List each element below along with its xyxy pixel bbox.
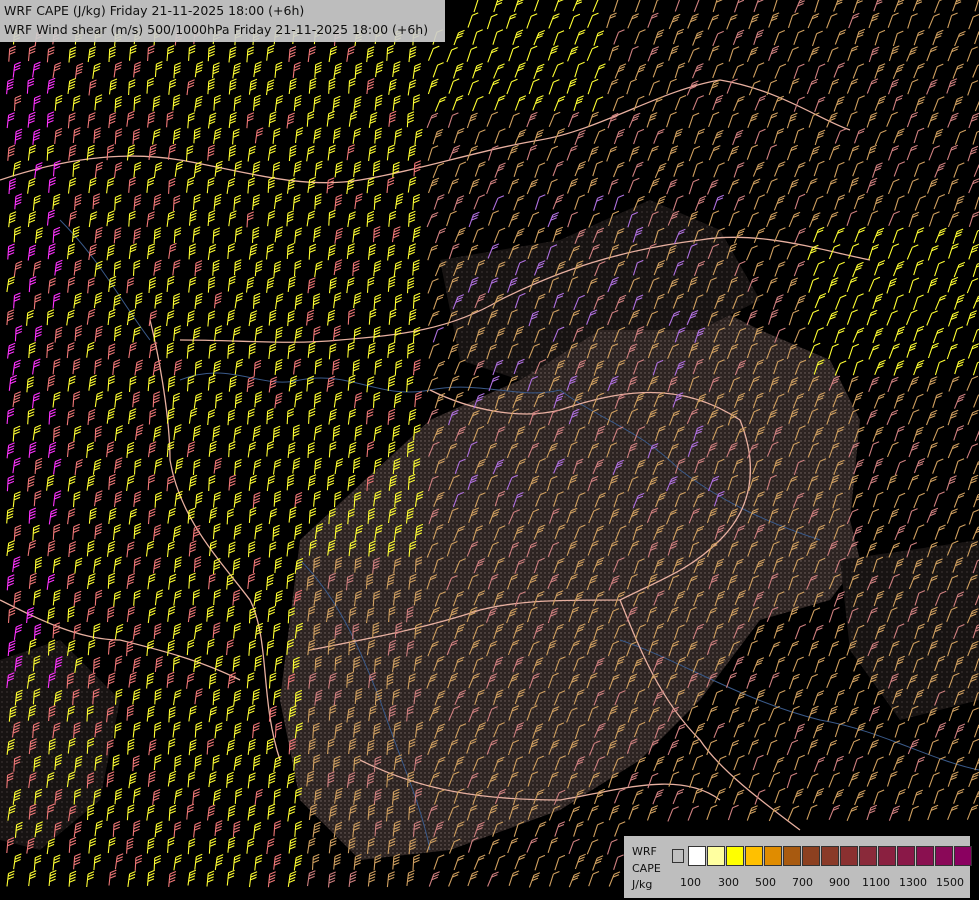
legend-swatch (764, 846, 782, 866)
legend-tick: 300 (718, 876, 739, 889)
cape-legend: WRF CAPE J/kg 100 300 500 700 900 1100 1… (624, 836, 973, 898)
legend-swatch (802, 846, 820, 866)
legend-swatch (783, 846, 801, 866)
legend-tick: 1300 (899, 876, 927, 889)
legend-tick: 100 (680, 876, 701, 889)
legend-swatch (878, 846, 896, 866)
legend-tick: 1500 (936, 876, 964, 889)
legend-swatch (840, 846, 858, 866)
legend-label-unit: J/kg (632, 878, 653, 891)
legend-swatch (745, 846, 763, 866)
legend-swatch (672, 849, 684, 863)
legend-swatch (916, 846, 934, 866)
weather-map (0, 0, 979, 900)
legend-color-scale (672, 846, 973, 866)
legend-swatch (897, 846, 915, 866)
legend-tick: 900 (829, 876, 850, 889)
legend-swatch (688, 846, 706, 866)
legend-tick: 700 (792, 876, 813, 889)
legend-tick: 1100 (862, 876, 890, 889)
legend-swatch (954, 846, 972, 866)
legend-label-model: WRF (632, 845, 657, 858)
map-title-box: WRF CAPE (J/kg) Friday 21-11-2025 18:00 … (0, 0, 445, 42)
legend-swatch (821, 846, 839, 866)
shear-title: WRF Wind shear (m/s) 500/1000hPa Friday … (4, 22, 429, 37)
legend-swatch (935, 846, 953, 866)
legend-swatch (726, 846, 744, 866)
legend-tick: 500 (755, 876, 776, 889)
legend-swatch (707, 846, 725, 866)
legend-label-variable: CAPE (632, 862, 661, 875)
legend-swatch (859, 846, 877, 866)
cape-title: WRF CAPE (J/kg) Friday 21-11-2025 18:00 … (4, 3, 305, 18)
